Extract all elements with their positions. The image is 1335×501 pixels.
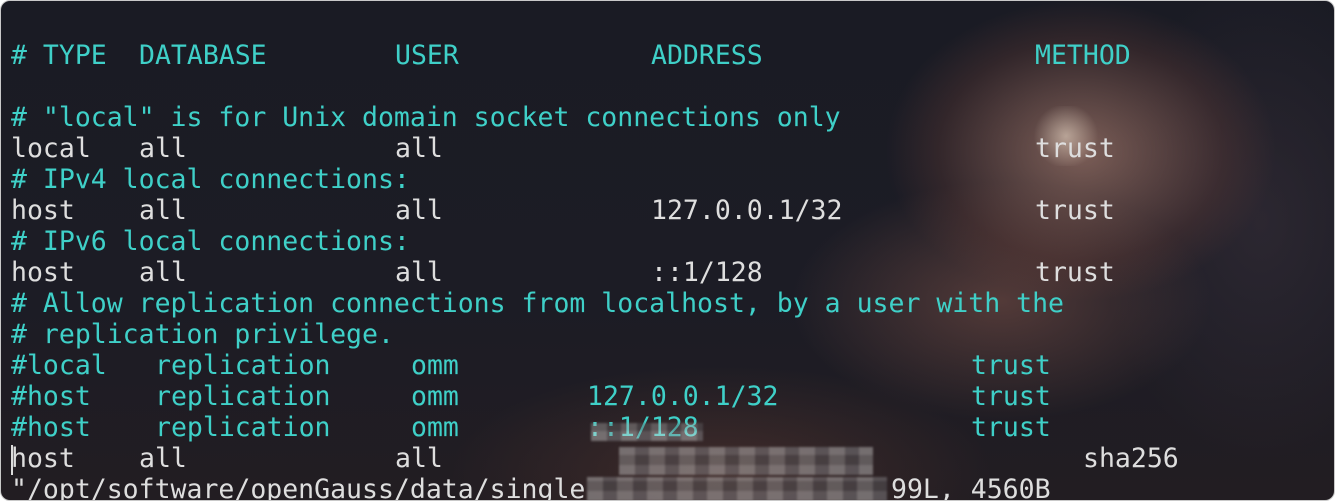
redacted-mosaic (619, 447, 873, 475)
entry-database: replication (155, 412, 331, 443)
status-file-path: "/opt/software/openGauss/data/single (11, 474, 586, 501)
entry-address: 127.0.0.1/32 (587, 381, 779, 412)
comment-ipv4: # IPv4 local connections: (11, 164, 410, 195)
header-user: USER (395, 40, 459, 71)
entry-method: trust (1035, 133, 1115, 164)
entry-type: host (11, 257, 75, 288)
redacted-mosaic (587, 477, 887, 500)
entry-host-ipv4: host all all 127.0.0.1/32 trust (11, 195, 1115, 226)
entry-user: omm (411, 412, 459, 443)
entry-method: sha256 (1083, 443, 1179, 474)
entry-user: omm (411, 381, 459, 412)
vim-status-line: "/opt/software/openGauss/data/single 99L… (11, 474, 1051, 500)
header-database: DATABASE (139, 40, 267, 71)
comment-ipv6: # IPv6 local connections: (11, 226, 410, 257)
entry-type: host (11, 195, 75, 226)
entry-user: all (395, 195, 443, 226)
text-cursor (11, 445, 13, 475)
header-address: ADDRESS (651, 40, 763, 71)
redacted-mosaic (591, 423, 703, 441)
header-type: # TYPE (11, 40, 107, 71)
entry-user: all (395, 257, 443, 288)
comment-local: # "local" is for Unix domain socket conn… (11, 102, 841, 133)
entry-database: all (139, 133, 187, 164)
comment-replication-1: # Allow replication connections from loc… (11, 288, 1064, 319)
entry-address: ::1/128 (651, 257, 763, 288)
entry-local: local all all trust (11, 133, 1115, 164)
header-method: METHOD (1035, 40, 1131, 71)
status-file-info: 99L, 4560B (891, 474, 1051, 501)
entry-user: omm (411, 350, 459, 381)
entry-type: local (11, 133, 91, 164)
terminal-window: # TYPE DATABASE USER ADDRESS METHOD # "l… (0, 0, 1335, 501)
entry-user: all (395, 443, 443, 474)
entry-method: trust (971, 350, 1051, 381)
vim-editor[interactable]: # TYPE DATABASE USER ADDRESS METHOD # "l… (1, 1, 1334, 500)
entry-type: #host (11, 381, 91, 412)
entry-type: host (11, 443, 75, 474)
entry-method: trust (1035, 195, 1115, 226)
entry-method: trust (1035, 257, 1115, 288)
entry-type: #host (11, 412, 91, 443)
entry-replication-host-ipv4: #host replication omm 127.0.0.1/32 trust (11, 381, 1051, 412)
comment-replication-2: # replication privilege. (11, 319, 394, 350)
entry-database: all (139, 257, 187, 288)
header-row: # TYPE DATABASE USER ADDRESS METHOD (11, 40, 1131, 71)
entry-replication-local: #local replication omm trust (11, 350, 1051, 381)
entry-replication-host-ipv6: #host replication omm ::1/128 trust (11, 412, 1051, 443)
entry-address: 127.0.0.1/32 (651, 195, 843, 226)
entry-database: replication (155, 350, 331, 381)
entry-host-custom: host all all sha256 (11, 443, 1179, 474)
entry-user: all (395, 133, 443, 164)
entry-type: #local (11, 350, 107, 381)
entry-database: all (139, 443, 187, 474)
entry-host-ipv6: host all all ::1/128 trust (11, 257, 1115, 288)
entry-database: all (139, 195, 187, 226)
entry-method: trust (971, 381, 1051, 412)
entry-method: trust (971, 412, 1051, 443)
entry-database: replication (155, 381, 331, 412)
